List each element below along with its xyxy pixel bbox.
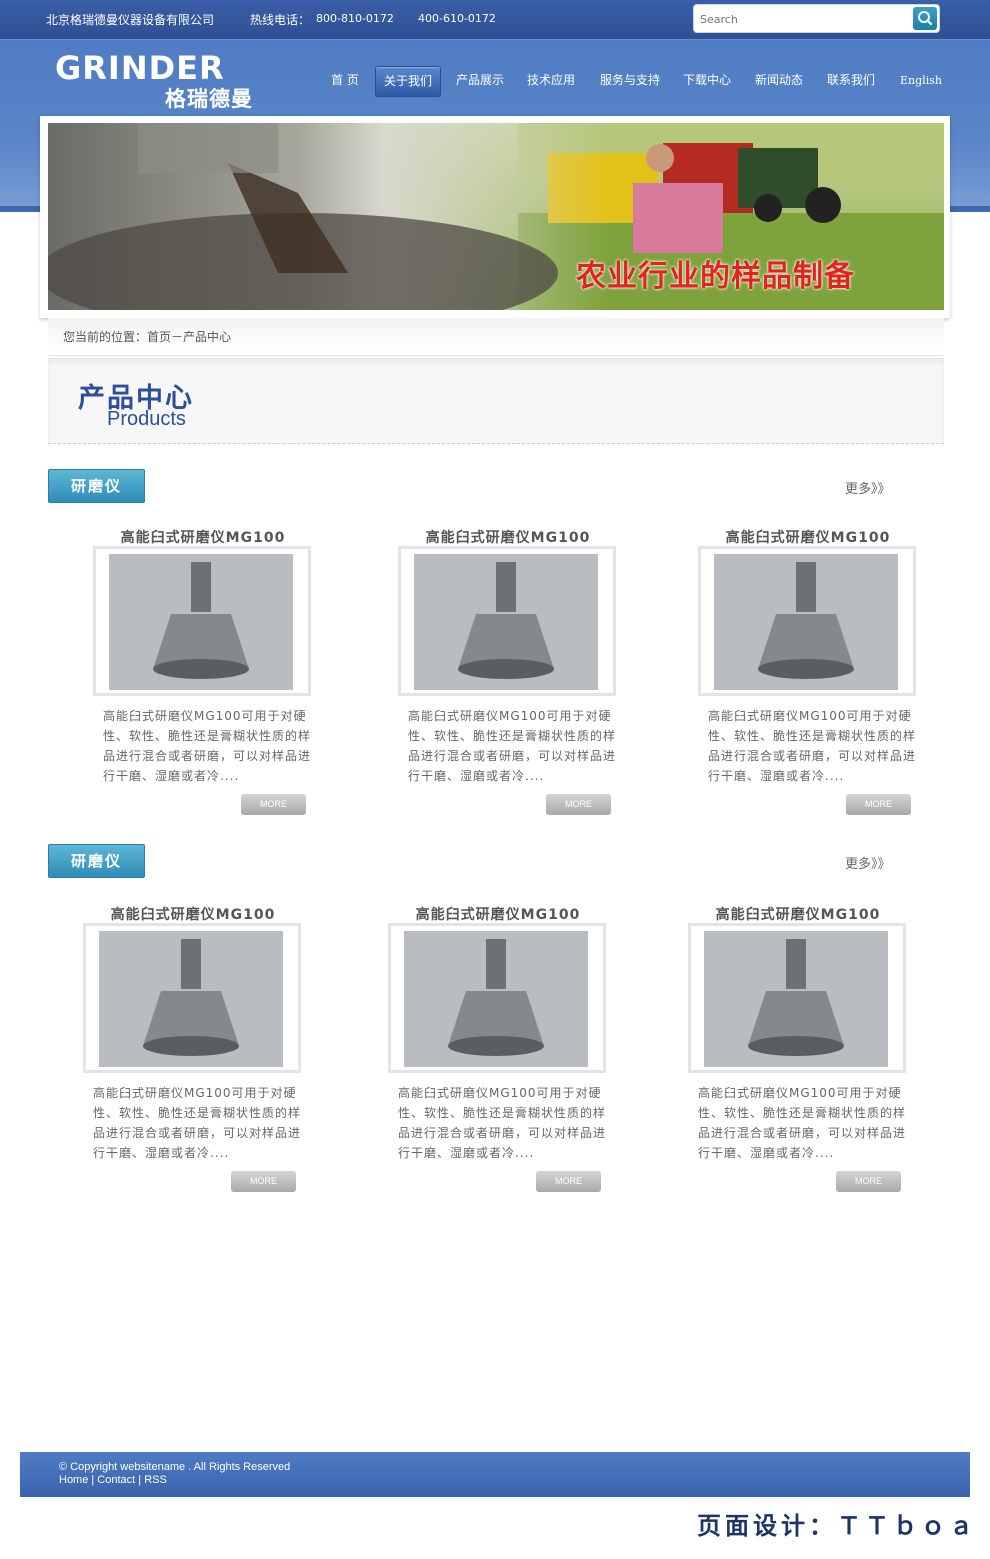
product-description: 高能臼式研磨仪MG100可用于对硬性、软性、脆性还是膏糊状性质的样品进行混合或者… — [408, 709, 617, 783]
more-button[interactable]: MORE — [241, 794, 306, 815]
nav-item-news[interactable]: 新闻动态 — [748, 66, 810, 97]
product-title[interactable]: 高能臼式研磨仪MG100 — [73, 904, 313, 924]
product-image-frame[interactable] — [398, 546, 616, 696]
search-icon — [918, 11, 933, 26]
footer: © Copyright websitename . All Rights Res… — [20, 1452, 970, 1497]
product-image-frame[interactable] — [688, 923, 906, 1073]
nav-item-english[interactable]: English — [894, 66, 948, 97]
company-name: 北京格瑞德曼仪器设备有限公司 — [46, 13, 215, 27]
top-bar: 北京格瑞德曼仪器设备有限公司 热线电话： 800-810-0172 400-61… — [0, 0, 990, 40]
product-image — [704, 931, 888, 1067]
nav-item-contact[interactable]: 联系我们 — [820, 66, 882, 97]
product-image-frame[interactable] — [698, 546, 916, 696]
more-link[interactable]: 更多》》 — [845, 853, 891, 872]
hotline-label: 热线电话： — [250, 13, 311, 27]
copyright-text: © Copyright websitename . All Rights Res… — [59, 1461, 291, 1473]
category-tab[interactable]: 研磨仪 — [48, 844, 145, 878]
nav-item-download[interactable]: 下载中心 — [676, 66, 738, 97]
product-description: 高能臼式研磨仪MG100可用于对硬性、软性、脆性还是膏糊状性质的样品进行混合或者… — [708, 709, 917, 783]
page-title-en: Products — [107, 408, 186, 430]
product-image-frame[interactable] — [83, 923, 301, 1073]
nav-item-tech[interactable]: 技术应用 — [520, 66, 582, 97]
banner-image: 农业行业的样品制备 — [48, 123, 944, 310]
more-button[interactable]: MORE — [836, 1171, 901, 1192]
product-image — [404, 931, 588, 1067]
search-input[interactable] — [700, 10, 900, 28]
more-button[interactable]: MORE — [536, 1171, 601, 1192]
product-title[interactable]: 高能臼式研磨仪MG100 — [688, 527, 928, 547]
search-button[interactable] — [913, 7, 937, 30]
nav-item-products[interactable]: 产品展示 — [448, 66, 512, 97]
product-image — [414, 554, 598, 690]
product-image — [714, 554, 898, 690]
product-image — [99, 931, 283, 1067]
product-image-frame[interactable] — [388, 923, 606, 1073]
more-button[interactable]: MORE — [546, 794, 611, 815]
more-link[interactable]: 更多》》 — [845, 478, 891, 497]
product-image-frame[interactable] — [93, 546, 311, 696]
breadcrumb-text: 您当前的位置：首页－产品中心 — [63, 330, 232, 344]
search-box — [693, 4, 940, 33]
category-tab[interactable]: 研磨仪 — [48, 469, 145, 503]
product-description: 高能臼式研磨仪MG100可用于对硬性、软性、脆性还是膏糊状性质的样品进行混合或者… — [398, 1086, 607, 1160]
breadcrumb: 您当前的位置：首页－产品中心 — [48, 318, 944, 356]
product-title[interactable]: 高能臼式研磨仪MG100 — [378, 904, 618, 924]
nav-item-service[interactable]: 服务与支持 — [592, 66, 668, 97]
phone-2: 400-610-0172 — [418, 12, 496, 25]
product-title[interactable]: 高能臼式研磨仪MG100 — [678, 904, 918, 924]
product-description: 高能臼式研磨仪MG100可用于对硬性、软性、脆性还是膏糊状性质的样品进行混合或者… — [103, 709, 312, 783]
main-nav: 首 页 关于我们 产品展示 技术应用 服务与支持 下载中心 新闻动态 联系我们 … — [0, 66, 990, 97]
product-description: 高能臼式研磨仪MG100可用于对硬性、软性、脆性还是膏糊状性质的样品进行混合或者… — [93, 1086, 302, 1160]
product-title[interactable]: 高能臼式研磨仪MG100 — [388, 527, 628, 547]
product-title[interactable]: 高能臼式研磨仪MG100 — [83, 527, 323, 547]
phone-1: 800-810-0172 — [316, 12, 394, 25]
product-description: 高能臼式研磨仪MG100可用于对硬性、软性、脆性还是膏糊状性质的样品进行混合或者… — [698, 1086, 907, 1160]
nav-item-about[interactable]: 关于我们 — [375, 66, 441, 97]
banner-slogan: 农业行业的样品制备 — [576, 259, 855, 294]
nav-item-home[interactable]: 首 页 — [322, 66, 368, 97]
footer-links[interactable]: Home | Contact | RSS — [59, 1474, 167, 1486]
more-button[interactable]: MORE — [231, 1171, 296, 1192]
more-button[interactable]: MORE — [846, 794, 911, 815]
design-credit: 页面设计：ＴＴｂｏａ — [697, 1512, 977, 1540]
product-image — [109, 554, 293, 690]
section-title-box: 产品中心 Products — [48, 358, 944, 444]
